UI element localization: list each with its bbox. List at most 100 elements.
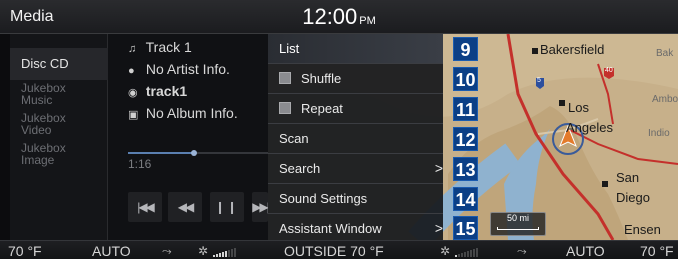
source-jukebox-video[interactable]: Jukebox Video [10, 112, 80, 136]
track-number: Track 1 [145, 39, 192, 55]
clock-time: 12:00 [302, 4, 358, 29]
skip-previous-icon: |◀◀ [137, 200, 155, 214]
map-label-los: Los [568, 100, 589, 115]
pause-button[interactable]: ❙❙ [210, 192, 244, 222]
disc-tag-icon: ◉ [128, 87, 138, 99]
fan-speed-step [213, 255, 215, 257]
right-auto-mode[interactable]: AUTO [566, 243, 605, 259]
rewind-button[interactable]: ◀◀ [168, 192, 202, 222]
menu-item-label: Search [279, 161, 321, 176]
fan-speed-step [216, 254, 218, 257]
skip-next-icon: ▶▶| [252, 200, 268, 214]
outside-temperature: OUTSIDE 70 °F [284, 243, 384, 259]
menu-item-label: Scan [279, 131, 309, 146]
progress-knob[interactable] [190, 150, 197, 156]
fan-speed-step [222, 252, 224, 257]
fan-speed-step [228, 250, 230, 257]
elapsed-time: 1:16 [128, 157, 152, 171]
artist-name: No Artist Info. [145, 61, 230, 77]
source-list: Disc CD Jukebox Music Jukebox Video Juke… [10, 34, 108, 240]
map-label-ensenada: Ensen [624, 222, 661, 237]
callout-10: 10 [453, 67, 478, 91]
repeat-checkbox[interactable] [279, 102, 291, 114]
callout-15: 15 [453, 216, 478, 240]
fan-speed-step [231, 249, 233, 257]
map-label-amb: Ambo [652, 94, 678, 105]
map-label-san: San [616, 170, 640, 185]
fan-speed-step [455, 255, 457, 257]
fan-speed-step [464, 252, 466, 257]
pause-icon: ❙❙ [214, 200, 240, 214]
fan-speed-step [458, 254, 460, 257]
source-jukebox-music[interactable]: Jukebox Music [10, 82, 80, 106]
right-temperature[interactable]: 70 °F [640, 243, 674, 259]
fan-icon[interactable]: ✲ [440, 243, 450, 259]
menu-item-label: Assistant Window [279, 221, 382, 236]
fan-speed-step [234, 248, 236, 257]
clock-ampm: PM [359, 15, 376, 27]
map-scale-label: 50 mi [506, 213, 529, 223]
airflow-icon[interactable]: ⤳ [517, 243, 527, 259]
rewind-icon: ◀◀ [177, 200, 195, 214]
menu-item-list[interactable]: List [268, 34, 443, 64]
highway-40-shield: 40 [605, 67, 613, 74]
fan-speed-step [225, 251, 227, 257]
options-menu: List Shuffle Repeat Scan Search > Sound … [268, 34, 443, 240]
map-label-angeles: Angeles [566, 120, 613, 135]
infotainment-screen: Media 12:00 PM Disc CD Jukebox Music Juke… [0, 0, 678, 259]
track-number-row: ♫ Track 1 [128, 39, 192, 55]
menu-item-label: Shuffle [301, 71, 342, 86]
track-title: track1 [145, 83, 188, 99]
chevron-right-icon: > [434, 220, 443, 236]
fan-icon[interactable]: ✲ [198, 243, 208, 259]
source-disc-cd[interactable]: Disc CD [10, 48, 108, 80]
fan-speed-step [473, 249, 475, 257]
fan-speed-step [470, 250, 472, 257]
highway-5-shield: 5 [537, 77, 541, 84]
airflow-icon[interactable]: ⤳ [162, 243, 172, 259]
artist-row: ● No Artist Info. [128, 61, 230, 77]
music-note-icon: ♫ [128, 43, 137, 55]
climate-bar: 70 °F AUTO ⤳ ✲ OUTSIDE 70 °F ✲ ⤳ AUTO 70… [0, 240, 678, 259]
callout-11: 11 [453, 97, 478, 121]
shuffle-checkbox[interactable] [279, 72, 291, 84]
menu-item-repeat[interactable]: Repeat [268, 94, 443, 124]
menu-item-sound-settings[interactable]: Sound Settings [268, 184, 443, 214]
fan-speed-step [461, 253, 463, 257]
map-label-bak: Bak [656, 48, 674, 59]
map-label-indio: Indio [648, 128, 670, 139]
map-scale: 50 mi [490, 212, 546, 236]
menu-item-search[interactable]: Search > [268, 154, 443, 184]
album-icon: ▣ [128, 109, 139, 121]
menu-item-label: Repeat [301, 101, 343, 116]
fan-speed-step [476, 248, 478, 257]
menu-item-label: Sound Settings [279, 191, 368, 206]
skip-next-button[interactable]: ▶▶| [252, 192, 268, 222]
album-row: ▣ No Album Info. [128, 105, 238, 121]
title-row: ◉ track1 [128, 83, 187, 99]
fan-speed-step [467, 251, 469, 257]
left-auto-mode[interactable]: AUTO [92, 243, 131, 259]
now-playing-panel: ♫ Track 1 ● No Artist Info. ◉ track1 ▣ N… [108, 34, 268, 240]
progress-bar[interactable] [128, 150, 268, 156]
menu-item-label: List [279, 41, 300, 56]
album-name: No Album Info. [145, 105, 238, 121]
status-bar: Media 12:00 PM [0, 0, 678, 34]
callout-13: 13 [453, 157, 478, 181]
map-label-bakersfield: Bakersfield [540, 42, 605, 57]
map-label-diego: Diego [616, 190, 650, 205]
callout-14: 14 [453, 187, 478, 211]
menu-item-shuffle[interactable]: Shuffle [268, 64, 443, 94]
person-icon: ● [128, 65, 135, 77]
skip-previous-button[interactable]: |◀◀ [128, 192, 162, 222]
fan-speed-right[interactable] [455, 246, 478, 257]
fan-speed-step [219, 253, 221, 257]
source-jukebox-image[interactable]: Jukebox Image [10, 142, 80, 166]
progress-fill [128, 152, 194, 154]
callout-9: 9 [453, 37, 478, 61]
clock: 12:00 PM [0, 4, 678, 30]
left-temperature[interactable]: 70 °F [8, 243, 42, 259]
map-scale-bar [497, 227, 539, 230]
menu-item-scan[interactable]: Scan [268, 124, 443, 154]
fan-speed-left[interactable] [213, 246, 236, 257]
